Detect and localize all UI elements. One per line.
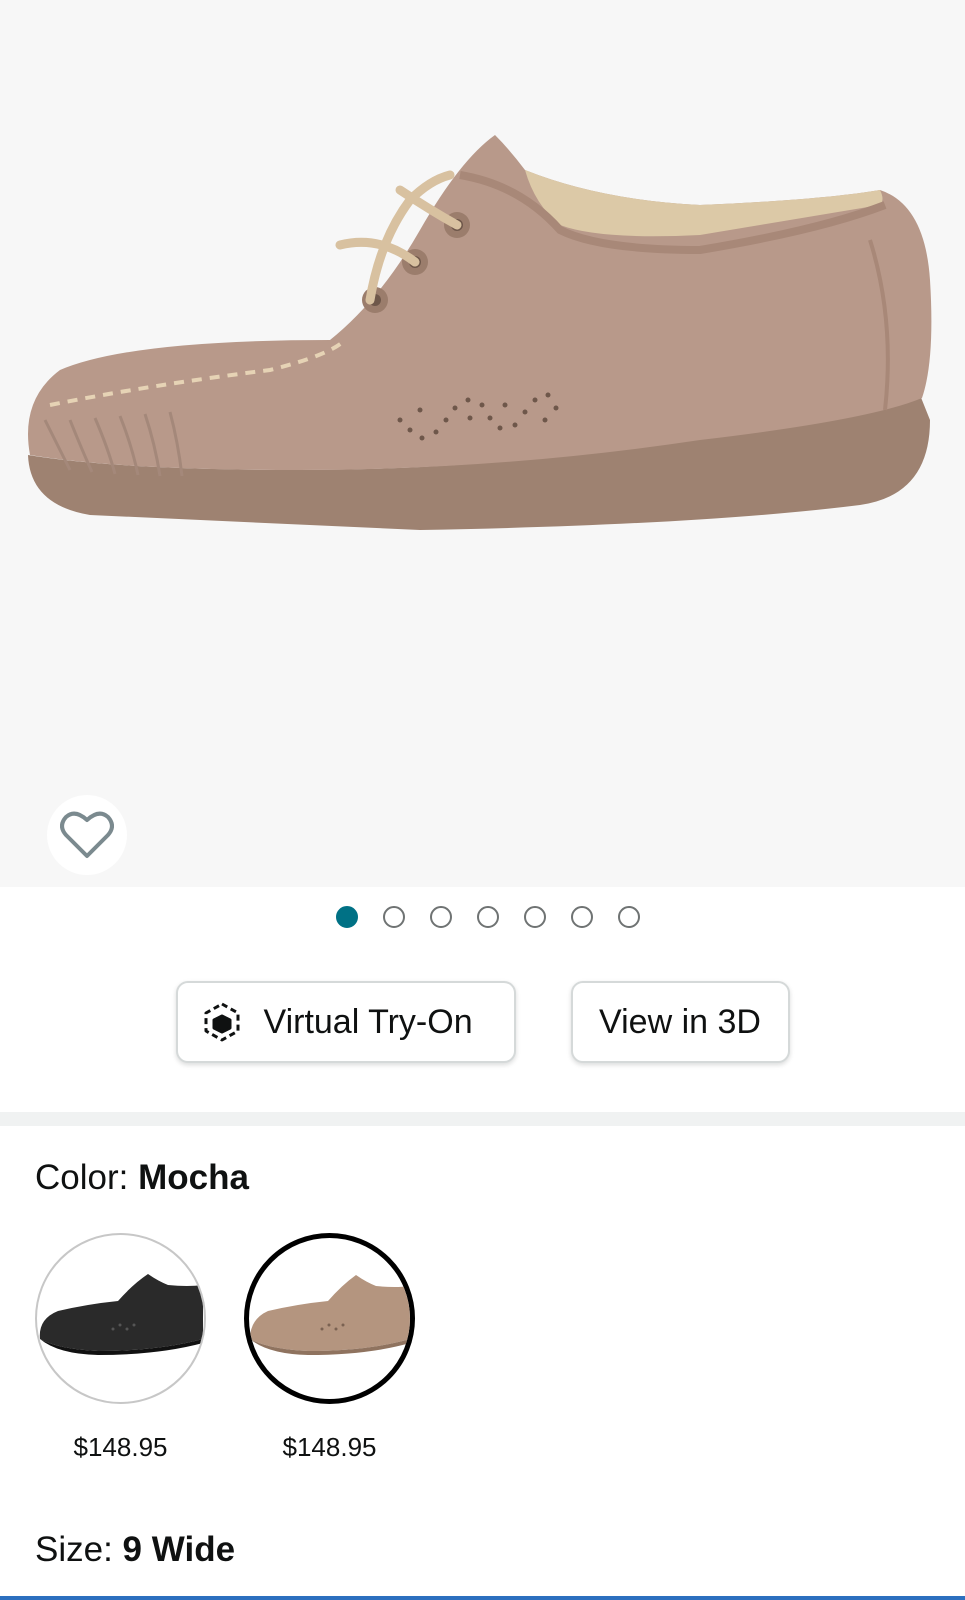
cube-icon [204,1002,239,1042]
heart-icon [60,811,114,858]
bottom-edge-bar [0,1596,965,1600]
pagination-dot[interactable] [523,906,546,928]
media-actions: Virtual Try-On View in 3D [0,981,965,1063]
pagination-dot[interactable] [382,906,405,928]
color-swatches: $148.95 $148.95 [35,1233,415,1463]
swatch-image [244,1233,415,1404]
pagination-dot[interactable] [476,906,499,928]
swatch-image [35,1233,206,1404]
favorite-button[interactable] [47,795,127,875]
color-swatch-mocha[interactable]: $148.95 [244,1233,415,1463]
pagination-dot[interactable] [617,906,640,928]
shoe-product-image [28,135,932,530]
size-selection-label: Size: 9 Wide [35,1530,235,1570]
section-divider [0,1112,965,1126]
virtual-try-on-label: Virtual Try-On [263,1002,473,1041]
size-value: 9 Wide [122,1530,236,1569]
pagination-dot[interactable] [570,906,593,928]
image-pagination [0,906,965,930]
color-selection-label: Color: Mocha [35,1158,249,1198]
shoe-thumbnail-black [39,1273,203,1355]
size-label: Size: [35,1530,123,1569]
swatch-price: $148.95 [282,1432,377,1462]
pagination-dot[interactable] [335,906,358,928]
view-in-3d-label: View in 3D [599,1002,761,1041]
shoe-thumbnail-mocha [249,1275,410,1355]
pagination-dot[interactable] [429,906,452,928]
color-value: Mocha [138,1158,249,1197]
color-label: Color: [35,1158,139,1197]
view-in-3d-button[interactable]: View in 3D [570,981,790,1063]
virtual-try-on-button[interactable]: Virtual Try-On [175,981,516,1063]
swatch-price: $148.95 [73,1432,168,1462]
product-image-gallery[interactable] [0,0,965,887]
color-swatch-black[interactable]: $148.95 [35,1233,206,1463]
